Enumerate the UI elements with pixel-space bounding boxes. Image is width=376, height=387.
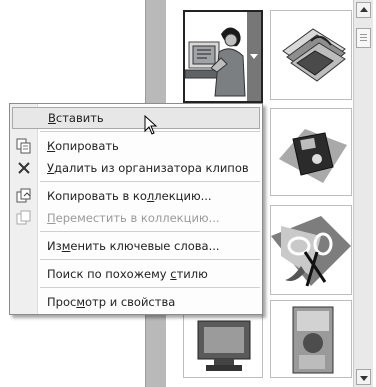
scissors-clipart [271,216,351,287]
mnemonic-letter: м [61,239,71,253]
mouse-pointer-icon [144,115,158,135]
menu-item-label: Копировать в коллекцию... [47,189,212,203]
move-to-collection-icon [16,210,31,225]
menu-separator [40,287,260,288]
menu-item-paste[interactable]: Вставить [12,107,260,129]
menu-item-label: Переместить в коллекцию... [47,211,220,225]
documents-disk-clipart [282,28,346,82]
thumbnail-floppy[interactable] [270,108,352,196]
menu-item-find-similar-style[interactable]: Поиск по похожему стилю [10,263,262,285]
mnemonic-letter: У [47,161,55,175]
copy-icon [16,138,31,154]
menu-separator [40,181,260,182]
menu-item-delete-from-organizer[interactable]: Удалить из организатора клипов [10,157,262,179]
menu-separator [40,231,260,232]
person-at-computer-clipart [185,27,246,97]
arrow-down-icon [360,376,368,381]
menu-item-label: Изменить ключевые слова... [47,239,220,253]
mnemonic-letter: л [146,189,155,203]
mnemonic-letter: В [48,111,56,125]
menu-item-move-to-collection[interactable]: Переместить в коллекцию... [10,207,262,229]
thumbnail-collage[interactable] [270,300,352,378]
menu-item-label: Поиск по похожему стилю [47,267,208,281]
context-menu: Вставить Копировать Удалить из организат… [9,103,263,315]
thumbnail-menu-arrow[interactable] [247,12,261,101]
mnemonic-letter: П [47,211,56,225]
scroll-down-button[interactable] [356,369,371,385]
mnemonic-letter: К [47,139,56,153]
collage-clipart [292,306,334,374]
delete-x-icon [18,162,30,174]
thumbnail-person-at-computer[interactable] [183,10,263,103]
menu-separator [40,259,260,260]
mnemonic-letter: с [170,267,177,281]
floppy-disk-clipart [279,129,347,183]
menu-item-copy[interactable]: Копировать [10,135,262,157]
vertical-scrollbar[interactable] [353,0,373,387]
mnemonic-letter: м [76,295,85,309]
menu-item-edit-keywords[interactable]: Изменить ключевые слова... [10,235,262,257]
menu-item-label: Копировать [47,139,119,153]
thumbnail-documents[interactable] [270,10,352,100]
copy-to-collection-icon [16,188,31,203]
thumbnail-scissors[interactable] [270,205,352,295]
menu-item-preview-properties[interactable]: Просмотр и свойства [10,291,262,313]
scroll-up-button[interactable] [356,2,371,18]
menu-item-label: Вставить [48,111,104,125]
menu-item-label: Удалить из организатора клипов [47,161,249,175]
menu-item-copy-to-collection[interactable]: Копировать в коллекцию... [10,185,262,207]
scroll-thumb[interactable] [356,28,371,48]
menu-item-label: Просмотр и свойства [47,295,176,309]
arrow-up-icon [360,7,368,12]
